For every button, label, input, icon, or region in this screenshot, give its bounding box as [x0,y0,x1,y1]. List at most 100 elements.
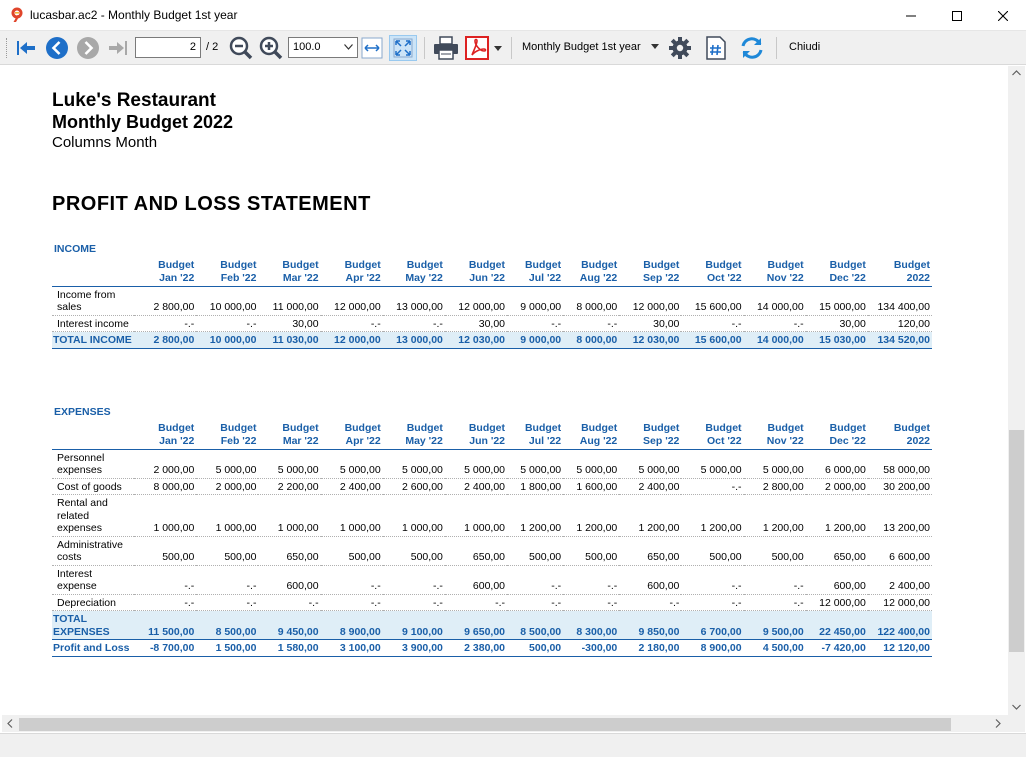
export-pdf-button[interactable] [463,35,491,61]
column-header: Budget Jul '22 [507,419,564,450]
value-cell: -.- [258,594,321,611]
value-cell: 2 800,00 [134,331,197,349]
value-cell: -.- [507,315,564,332]
value-cell: 14 000,00 [743,286,806,316]
total-row: TOTAL EXPENSES 11 500,00 8 500,00 9 450,00 8… [52,610,932,640]
value-cell: 1 200,00 [743,494,806,537]
minimize-button[interactable] [888,0,934,31]
row-label: Cost of goods [52,478,135,495]
value-cell: 6 700,00 [681,610,744,640]
table-row: Income from sales 2 800,00 10 000,00 11 000… [52,286,932,316]
value-cell: -.- [134,565,197,595]
fit-width-button[interactable] [360,35,384,61]
previous-page-button[interactable] [43,35,71,61]
vertical-scroll-thumb[interactable] [1009,430,1024,652]
value-cell: 11 000,00 [258,286,321,316]
first-page-button[interactable] [13,35,39,61]
value-cell: 500,00 [507,536,564,566]
arrow-right-icon [109,41,127,55]
value-cell: 1 200,00 [681,494,744,537]
value-cell: 30,00 [258,315,321,332]
value-cell: 10 000,00 [196,286,259,316]
value-cell: 15 030,00 [805,331,868,349]
column-header-line1: Budget [406,421,443,434]
page-numbering-button[interactable] [703,35,729,61]
value-cell: -.- [681,478,744,495]
zoom-select[interactable]: 100.0 [288,37,358,58]
zoom-in-button[interactable] [258,35,284,61]
income-section-label: INCOME [54,243,96,255]
value-cell: 500,00 [196,536,259,566]
last-page-button[interactable] [105,35,131,61]
column-header: Budget Sep '22 [619,256,682,287]
forward-circle-icon [77,37,99,59]
report-select[interactable]: Monthly Budget 1st year [517,37,663,58]
page-number-input[interactable]: 2 [135,37,201,58]
print-button[interactable] [431,35,461,61]
arrow-left-icon [17,41,35,55]
value-cell: 9 000,00 [507,331,564,349]
value-cell: 12 000,00 [867,594,932,611]
value-cell: 2 000,00 [805,478,868,495]
title-bar: lucasbar.ac2 - Monthly Budget 1st year [0,0,1026,31]
value-cell: 1 200,00 [619,494,682,537]
column-header-line2: Sep '22 [643,272,680,284]
refresh-button[interactable] [737,35,767,61]
value-cell: 600,00 [258,565,321,595]
column-header-line1: Budget [406,258,443,271]
value-cell: 650,00 [619,536,682,566]
value-cell: 11 500,00 [134,610,197,640]
refresh-icon [741,37,763,59]
scroll-up-icon[interactable] [1012,70,1021,76]
scroll-down-icon[interactable] [1012,704,1021,710]
value-cell: 15 600,00 [681,286,744,316]
value-cell: 134 520,00 [867,331,932,349]
column-header-line2: Jan '22 [159,435,195,447]
value-cell: 1 500,00 [196,639,259,657]
column-header-line1: Budget [581,258,618,271]
zoom-out-button[interactable] [228,35,254,61]
value-cell: 2 180,00 [619,639,682,657]
value-cell: 9 450,00 [258,610,321,640]
value-cell: 2 400,00 [320,478,383,495]
close-window-button[interactable] [980,0,1026,31]
total-row: TOTAL INCOME 2 800,00 10 000,00 11 030,00 12… [52,331,932,349]
column-header: Budget May '22 [382,256,445,287]
column-header: Budget Apr '22 [320,419,383,450]
value-cell: 500,00 [681,536,744,566]
column-header-line1: Budget [767,421,804,434]
horizontal-scroll-thumb[interactable] [19,718,951,731]
value-cell: 30 200,00 [867,478,932,495]
value-cell: -.- [320,594,383,611]
value-cell: -.- [681,594,744,611]
settings-button[interactable] [666,35,694,61]
maximize-button[interactable] [934,0,980,31]
value-cell: 58 000,00 [867,449,932,479]
column-header-line1: Budget [829,421,866,434]
scroll-left-icon[interactable] [7,719,13,728]
toolbar-separator [776,37,777,59]
maximize-icon [952,10,962,21]
printer-icon [434,36,458,60]
scroll-right-icon[interactable] [995,719,1001,728]
export-dropdown-button[interactable] [492,35,504,61]
column-header: Budget Jan '22 [134,419,197,450]
value-cell: -.- [563,594,620,611]
column-header: Budget Apr '22 [320,256,383,287]
value-cell: 15 000,00 [805,286,868,316]
value-cell: -.- [320,565,383,595]
next-page-button[interactable] [74,35,102,61]
column-header-line1: Budget [158,421,195,434]
column-header: Budget 2022 [867,419,932,450]
back-circle-icon [46,37,68,59]
hash-document-icon [706,36,726,60]
column-header-line2: Dec '22 [829,435,866,447]
column-header-line2: Aug '22 [579,435,618,447]
value-cell: 5 000,00 [681,449,744,479]
report-select-value: Monthly Budget 1st year [522,41,641,53]
column-header-line2: Jul '22 [528,272,562,284]
close-report-button[interactable]: Chiudi [789,41,820,53]
income-table: Budget Jan '22 Budget Feb '22 Budget Mar '22 B… [52,256,932,349]
value-cell: -.- [134,594,197,611]
fit-page-button[interactable] [389,35,417,61]
